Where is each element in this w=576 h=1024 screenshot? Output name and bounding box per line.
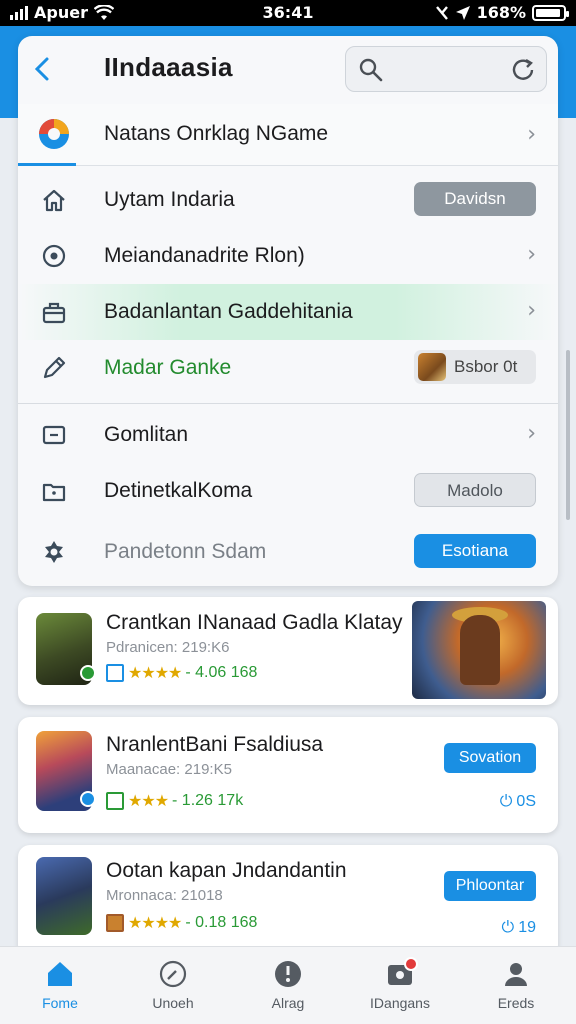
nav-label: IDangans xyxy=(370,995,430,1011)
game-icon xyxy=(36,613,96,685)
folder-icon xyxy=(42,483,66,502)
menu-item-label: DetinetkalKoma xyxy=(104,479,253,502)
location-pin-icon xyxy=(42,244,66,268)
game-rating: ★★★★ - 0.18 168 xyxy=(106,913,257,933)
nav-label: Fome xyxy=(42,995,78,1011)
scrollbar[interactable] xyxy=(566,350,570,520)
game-thumb-icon xyxy=(106,914,124,932)
menu-item-4[interactable]: Gomlitan › xyxy=(18,407,558,463)
game-artwork xyxy=(412,601,546,699)
menu-item-1[interactable]: Meiandanadrite Rlon) › xyxy=(18,228,558,284)
chevron-left-icon xyxy=(34,57,49,81)
page-title: IIndaaasia xyxy=(104,52,233,82)
alarm-icon xyxy=(435,5,448,20)
menu-item-label: Madar Ganke xyxy=(104,356,232,379)
game-thumbnail xyxy=(418,353,446,381)
rating-text: - 1.26 17k xyxy=(172,792,244,809)
nav-item-profile[interactable]: Ereds xyxy=(468,947,564,1024)
menu-item-2[interactable]: Badanlantan Gaddehitania › xyxy=(18,284,558,340)
menu-item-label: Pandetonn Sdam xyxy=(104,540,267,563)
star-rating-icon: ★★★★ xyxy=(128,665,182,682)
profile-icon xyxy=(505,963,527,986)
game-card-2[interactable]: Ootan kapan Jndandantin Mronnaca: 21018 … xyxy=(18,845,558,957)
home-icon xyxy=(48,962,72,986)
status-bar: Apuer 36:41 168% xyxy=(0,0,576,26)
compass-icon xyxy=(159,960,187,988)
check-icon xyxy=(106,792,124,810)
nav-item-games[interactable]: IDangans xyxy=(352,947,448,1024)
verified-badge-icon xyxy=(80,665,96,681)
star-rating-icon: ★★★ xyxy=(128,793,169,810)
game-icon xyxy=(36,731,96,811)
search-icon xyxy=(359,58,383,82)
game-title: Ootan kapan Jndandantin xyxy=(106,859,347,882)
game-rating: ★★★ - 1.26 17k xyxy=(106,791,243,811)
nav-label: Ereds xyxy=(497,995,535,1011)
info-icon xyxy=(275,961,301,987)
nav-label: Alrag xyxy=(271,995,305,1011)
card-header: IIndaaasia xyxy=(18,36,558,102)
card-icon xyxy=(42,425,66,445)
davidsn-button[interactable]: Davidsn xyxy=(414,182,536,216)
edit-icon xyxy=(43,356,66,379)
search-input[interactable] xyxy=(345,46,547,92)
download-count: ⏻ 19 xyxy=(501,919,536,936)
game-title: NranlentBani Fsaldiusa xyxy=(106,733,324,756)
download-icon: ⏻ xyxy=(501,919,515,936)
star-rating-icon: ★★★★ xyxy=(128,915,182,932)
verified-badge-icon xyxy=(80,791,96,807)
divider xyxy=(18,403,558,404)
nav-item-explore[interactable]: Unoeh xyxy=(125,947,221,1024)
bsbor-button-label: Bsbor 0t xyxy=(454,357,518,376)
briefcase-icon xyxy=(42,302,66,324)
refresh-icon[interactable] xyxy=(510,57,536,83)
menu-item-6[interactable]: Pandetonn Sdam Esotiana xyxy=(18,524,558,580)
menu-card: IIndaaasia Natans Onrklag NGame › Uytam … xyxy=(18,36,558,586)
bsbor-button[interactable]: Bsbor 0t xyxy=(414,350,536,384)
back-button[interactable] xyxy=(32,54,58,84)
rating-text: - 0.18 168 xyxy=(185,914,258,931)
app-logo-icon xyxy=(39,119,69,149)
battery-percent: 168% xyxy=(476,3,526,22)
menu-item-5[interactable]: DetinetkalKoma Madolo xyxy=(18,463,558,519)
home-icon xyxy=(43,189,65,212)
menu-item-label: Badanlantan Gaddehitania xyxy=(104,300,353,323)
menu-item-3[interactable]: Madar Ganke Bsbor 0t xyxy=(18,340,558,396)
game-card-1[interactable]: NranlentBani Fsaldiusa Maanacae: 219:K5 … xyxy=(18,717,558,833)
sovation-button[interactable]: Sovation xyxy=(444,743,536,773)
chevron-right-icon: › xyxy=(527,122,536,147)
location-arrow-icon xyxy=(455,5,470,20)
rating-text: - 4.06 168 xyxy=(185,664,258,681)
settings-gear-icon xyxy=(45,541,63,563)
mail-icon xyxy=(106,664,124,682)
download-count: ⏻ 0S xyxy=(499,793,536,810)
chevron-right-icon: › xyxy=(527,421,536,446)
game-card-0[interactable]: Crantkan INanaad Gadla Klatay Pdranicen:… xyxy=(18,597,558,705)
bottom-nav: Fome Unoeh Alrag IDangans Ereds xyxy=(0,946,576,1024)
madolo-button[interactable]: Madolo xyxy=(414,473,536,507)
menu-item-label: Uytam Indaria xyxy=(104,188,235,211)
nav-item-info[interactable]: Alrag xyxy=(240,947,336,1024)
menu-item-label: Gomlitan xyxy=(104,423,189,446)
tab-games[interactable]: Natans Onrklag NGame › xyxy=(18,104,558,166)
nav-label: Unoeh xyxy=(152,995,194,1011)
game-title: Crantkan INanaad Gadla Klatay xyxy=(106,611,403,634)
download-icon: ⏻ xyxy=(499,793,513,810)
nav-item-home[interactable]: Fome xyxy=(12,947,108,1024)
menu-item-label: Meiandanadrite Rlon) xyxy=(104,244,305,267)
game-subtitle: Maanacae: 219:K5 xyxy=(106,761,232,778)
game-subtitle: Mronnaca: 21018 xyxy=(106,887,223,904)
tab-label: Natans Onrklag NGame xyxy=(104,122,329,145)
battery-icon xyxy=(532,4,569,21)
phloontar-button[interactable]: Phloontar xyxy=(444,871,536,901)
chevron-right-icon: › xyxy=(527,242,536,267)
tab-indicator xyxy=(18,163,76,166)
notification-badge xyxy=(404,957,418,971)
game-subtitle: Pdranicen: 219:K6 xyxy=(106,639,230,656)
esotiana-button[interactable]: Esotiana xyxy=(414,534,536,568)
menu-item-0[interactable]: Uytam Indaria Davidsn xyxy=(18,172,558,228)
chevron-right-icon: › xyxy=(527,298,536,323)
game-icon xyxy=(36,857,92,935)
game-rating: ★★★★ - 4.06 168 xyxy=(106,663,257,683)
